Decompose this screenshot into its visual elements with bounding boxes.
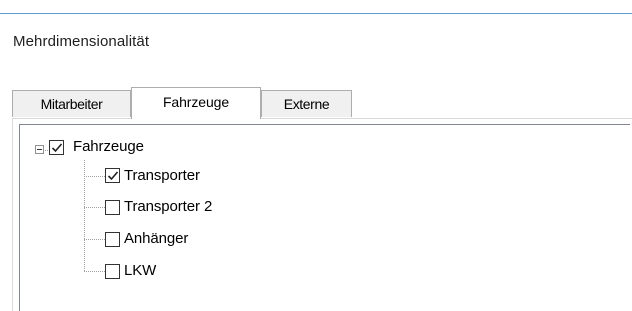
checkmark-icon (107, 171, 119, 181)
tree-connector (84, 176, 105, 177)
vehicle-tree[interactable]: Fahrzeuge Transporter Transporter 2 Anhä… (19, 124, 630, 311)
checkbox-lkw[interactable] (105, 264, 120, 279)
tree-connector (84, 207, 105, 208)
header-divider (0, 13, 632, 14)
tab-fahrzeuge[interactable]: Fahrzeuge (131, 87, 261, 119)
tree-connector (84, 239, 105, 240)
tree-connector (84, 271, 105, 272)
tree-item-transporter[interactable]: Transporter (124, 167, 200, 184)
tab-mitarbeiter[interactable]: Mitarbeiter (12, 90, 131, 117)
tree-item-transporter-2[interactable]: Transporter 2 (124, 198, 212, 215)
tree-item-fahrzeuge[interactable]: Fahrzeuge (73, 138, 144, 155)
tab-externe[interactable]: Externe (261, 90, 352, 117)
checkbox-fahrzeuge[interactable] (49, 140, 64, 155)
checkbox-transporter-2[interactable] (105, 200, 120, 215)
checkbox-transporter[interactable] (105, 168, 120, 183)
tree-item-anhaenger[interactable]: Anhänger (124, 230, 188, 247)
checkbox-anhaenger[interactable] (105, 232, 120, 247)
checkmark-icon (51, 143, 63, 153)
section-title: Mehrdimensionalität (13, 33, 150, 50)
tree-item-lkw[interactable]: LKW (124, 262, 156, 279)
collapse-icon[interactable] (35, 145, 44, 154)
window: Mehrdimensionalität Mitarbeiter Fahrzeug… (0, 0, 632, 311)
